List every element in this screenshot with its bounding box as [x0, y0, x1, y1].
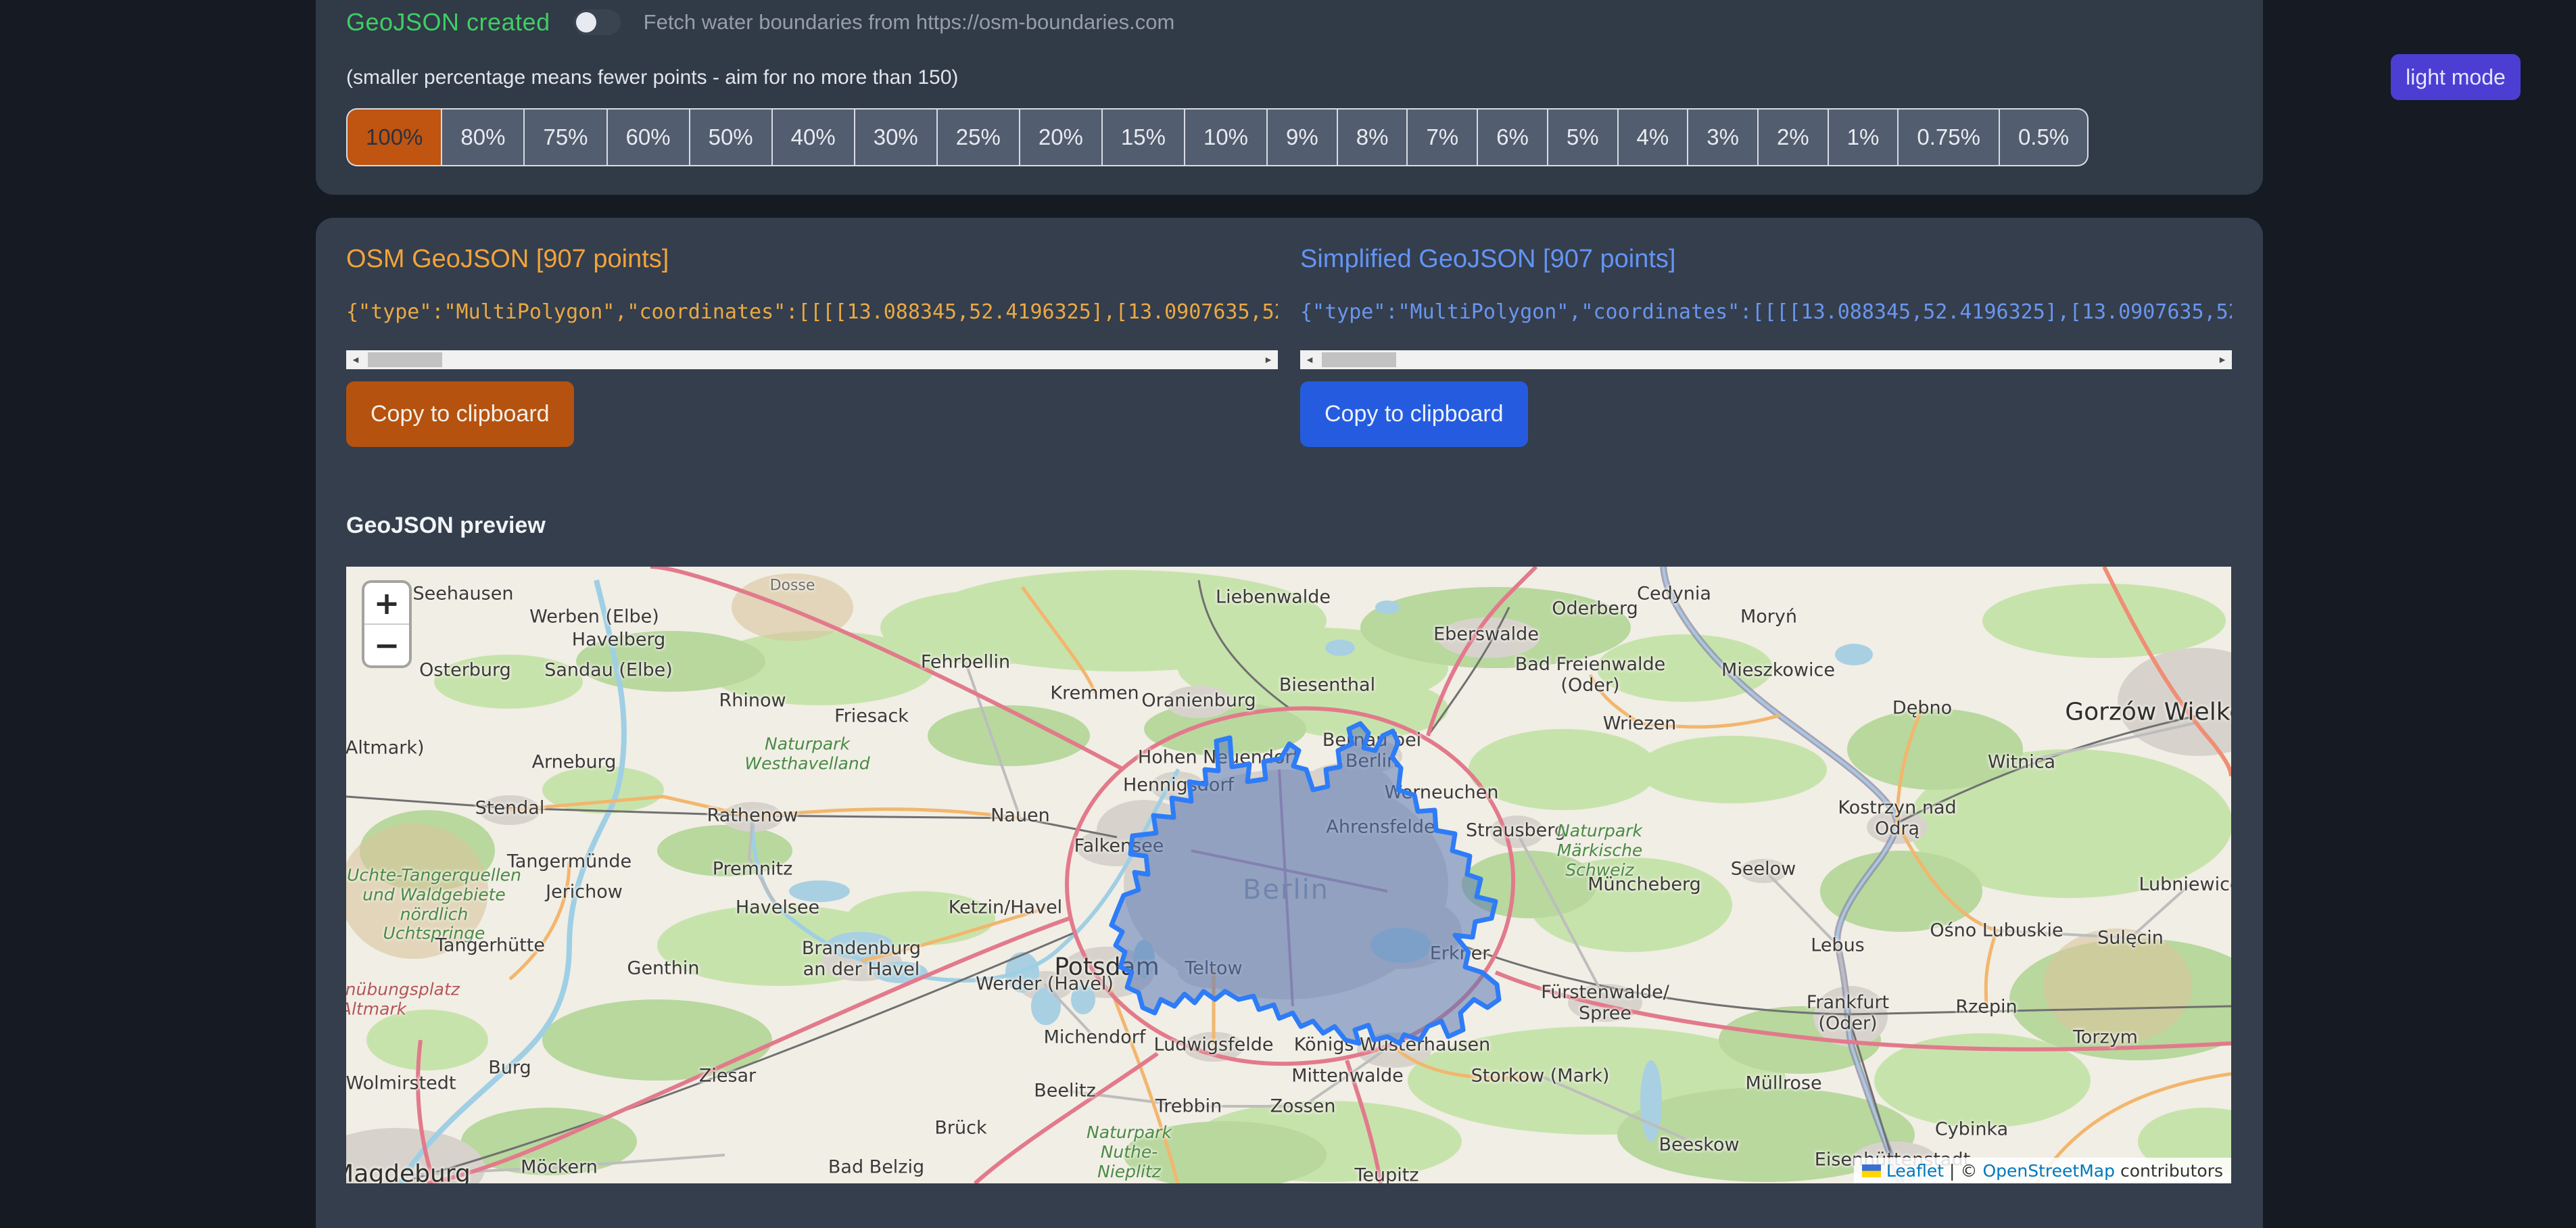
berlin-boundary-polygon[interactable]: [1112, 724, 1499, 1043]
preview-title: GeoJSON preview: [346, 513, 546, 539]
water-boundaries-label: Fetch water boundaries from https://osm-…: [644, 10, 1175, 34]
percent-option-100%[interactable]: 100%: [346, 108, 442, 166]
leaflet-link[interactable]: Leaflet: [1886, 1161, 1944, 1181]
openstreetmap-link[interactable]: OpenStreetMap: [1982, 1161, 2115, 1181]
water-boundaries-toggle[interactable]: [573, 9, 621, 35]
percent-option-7%[interactable]: 7%: [1407, 108, 1477, 166]
copyright-symbol: ©: [1960, 1161, 1977, 1181]
scroll-left-icon[interactable]: ◂: [1300, 350, 1319, 369]
percent-option-80%[interactable]: 80%: [442, 108, 524, 166]
contributors-text: contributors: [2120, 1161, 2223, 1181]
status-row: GeoJSON created Fetch water boundaries f…: [346, 8, 1174, 37]
light-mode-button[interactable]: light mode: [2391, 54, 2521, 100]
scrollbar-thumb[interactable]: [368, 352, 442, 367]
percent-option-40%[interactable]: 40%: [772, 108, 855, 166]
output-panel: OSM GeoJSON [907 points] {"type":"MultiP…: [316, 218, 2263, 1228]
osm-json-scrollbar[interactable]: ◂ ▸: [346, 350, 1278, 369]
percent-option-3%[interactable]: 3%: [1688, 108, 1758, 166]
boundary-overlay: [346, 567, 2231, 1183]
scroll-right-icon[interactable]: ▸: [2213, 350, 2232, 369]
scrollbar-thumb[interactable]: [1322, 352, 1396, 367]
toggle-knob-icon: [576, 12, 596, 32]
scroll-right-icon[interactable]: ▸: [1259, 350, 1278, 369]
osm-geojson-code: {"type":"MultiPolygon","coordinates":[[[…: [346, 300, 1278, 324]
simplified-json-scrollbar[interactable]: ◂ ▸: [1300, 350, 2232, 369]
scroll-left-icon[interactable]: ◂: [346, 350, 365, 369]
percent-option-25%[interactable]: 25%: [937, 108, 1020, 166]
percent-option-6%[interactable]: 6%: [1477, 108, 1548, 166]
leaflet-map[interactable]: SeehausenWerben (Elbe)DosseHavelbergSand…: [346, 567, 2231, 1183]
simplified-geojson-title: Simplified GeoJSON [907 points]: [1300, 245, 1676, 274]
percent-row: 100%80%75%60%50%40%30%25%20%15%10%9%8%7%…: [346, 108, 2089, 166]
copy-simplified-button[interactable]: Copy to clipboard: [1300, 381, 1528, 447]
percent-option-20%[interactable]: 20%: [1020, 108, 1102, 166]
osm-geojson-title: OSM GeoJSON [907 points]: [346, 245, 669, 274]
percent-option-1%[interactable]: 1%: [1828, 108, 1899, 166]
percent-option-60%[interactable]: 60%: [607, 108, 690, 166]
percent-option-30%[interactable]: 30%: [855, 108, 937, 166]
map-zoom-control: + −: [364, 583, 409, 665]
percent-option-10%[interactable]: 10%: [1185, 108, 1267, 166]
percent-option-4%[interactable]: 4%: [1618, 108, 1688, 166]
copy-osm-button[interactable]: Copy to clipboard: [346, 381, 574, 447]
simplified-geojson-code: {"type":"MultiPolygon","coordinates":[[[…: [1300, 300, 2232, 324]
status-text: GeoJSON created: [346, 8, 550, 37]
settings-panel: GeoJSON created Fetch water boundaries f…: [316, 0, 2263, 195]
map-attribution: Leaflet | © OpenStreetMap contributors: [1854, 1158, 2231, 1183]
percent-option-8%[interactable]: 8%: [1337, 108, 1408, 166]
zoom-in-button[interactable]: +: [364, 583, 409, 625]
percent-option-2%[interactable]: 2%: [1758, 108, 1828, 166]
zoom-out-button[interactable]: −: [364, 625, 409, 665]
percent-option-9%[interactable]: 9%: [1267, 108, 1337, 166]
percentage-note: (smaller percentage means fewer points -…: [346, 66, 958, 89]
percent-option-50%[interactable]: 50%: [690, 108, 772, 166]
ukraine-flag-icon: [1862, 1164, 1881, 1177]
percent-option-5%[interactable]: 5%: [1548, 108, 1618, 166]
percent-option-75%[interactable]: 75%: [524, 108, 606, 166]
attribution-separator: |: [1949, 1161, 1955, 1181]
percent-option-15%[interactable]: 15%: [1102, 108, 1185, 166]
percent-option-0.75%[interactable]: 0.75%: [1898, 108, 1999, 166]
percent-option-0.5%[interactable]: 0.5%: [1999, 108, 2089, 166]
page: GeoJSON created Fetch water boundaries f…: [0, 0, 2576, 1228]
